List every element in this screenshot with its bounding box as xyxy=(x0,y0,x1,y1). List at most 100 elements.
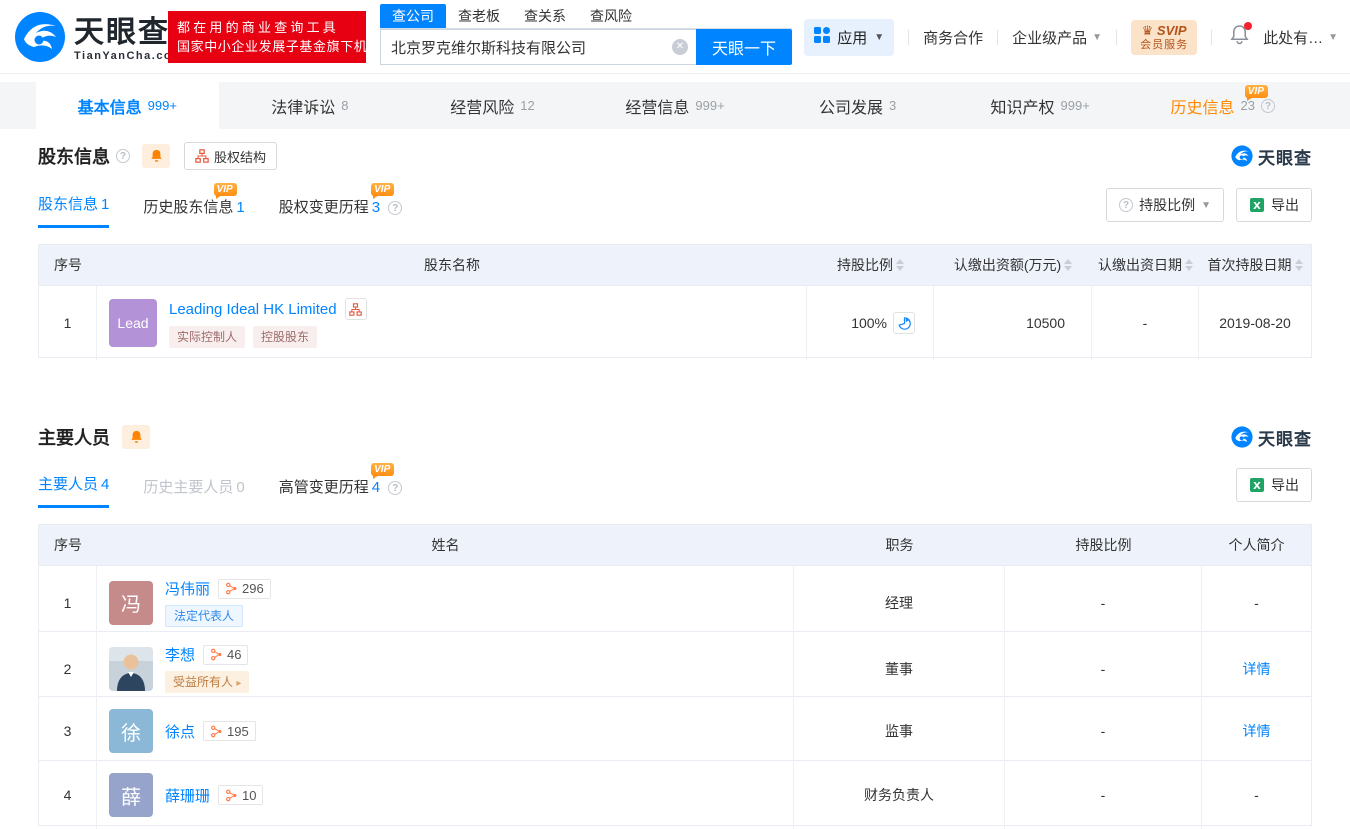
chevron-down-icon: ▼ xyxy=(1201,199,1211,211)
pie-chart-icon xyxy=(897,316,911,330)
person-name-link[interactable]: 冯伟丽 xyxy=(165,578,210,599)
subtab-executive-change-history[interactable]: VIP 高管变更历程 4 ? xyxy=(278,463,403,508)
ratio-value: - xyxy=(1005,697,1202,765)
person-name-link[interactable]: 薛珊珊 xyxy=(165,785,210,806)
sort-icon xyxy=(1064,259,1073,271)
tianyancha-logo[interactable]: 天眼查 TianYanCha.com xyxy=(14,11,183,68)
subscribe-bell-button[interactable] xyxy=(142,144,170,168)
col-subscribed-date[interactable]: 认缴出资日期 xyxy=(1092,245,1199,285)
personnel-row: 3 徐 徐点 195 监事 - 详情 xyxy=(39,696,1311,765)
relations-badge[interactable]: 10 xyxy=(218,785,264,805)
apps-menu-button[interactable]: 应用 ▼ xyxy=(804,19,895,56)
search-button[interactable]: 天眼一下 xyxy=(696,29,792,65)
business-cooperation-link[interactable]: 商务合作 xyxy=(923,27,983,48)
help-icon[interactable]: ? xyxy=(388,201,403,215)
shareholding-ratio-filter[interactable]: ? 持股比例 ▼ xyxy=(1106,188,1224,222)
tab-basic-info[interactable]: 基本信息 999+ xyxy=(36,82,219,129)
subtab-count: 4 xyxy=(371,479,381,496)
col-first-holding-date[interactable]: 首次持股日期 xyxy=(1199,245,1311,285)
tab-count: 999+ xyxy=(1060,98,1090,113)
tab-operating-risk[interactable]: 经营风险 12 xyxy=(401,82,584,129)
subtab-key-personnel[interactable]: 主要人员 4 xyxy=(38,473,110,508)
col-label: 认缴出资额(万元) xyxy=(953,257,1062,273)
personnel-table-header: 序号 姓名 职务 持股比例 个人简介 xyxy=(39,525,1311,565)
tag-beneficial-owner[interactable]: 受益所有人 ▸ xyxy=(165,671,250,693)
subtab-label: 历史股东信息 xyxy=(143,199,234,216)
divider xyxy=(1116,30,1118,45)
tab-label: 知识产权 xyxy=(990,99,1055,117)
search-tab-risk[interactable]: 查风险 xyxy=(578,4,644,28)
amount-value: 10500 xyxy=(934,286,1092,360)
svip-member-button[interactable]: ♛ SVIP 会员服务 xyxy=(1131,20,1198,55)
row-index: 1 xyxy=(39,566,97,639)
network-icon xyxy=(226,789,237,801)
search-tab-company[interactable]: 查公司 xyxy=(380,4,446,28)
pie-chart-button[interactable] xyxy=(893,312,915,334)
export-button[interactable]: X 导出 xyxy=(1236,468,1312,502)
notification-bell-button[interactable] xyxy=(1230,22,1253,50)
vip-badge: VIP xyxy=(371,183,395,199)
relations-badge[interactable]: 296 xyxy=(218,578,271,599)
tab-legal-proceedings[interactable]: 法律诉讼 8 xyxy=(219,82,402,129)
subscribe-bell-button[interactable] xyxy=(122,425,150,449)
position-value: 董事 xyxy=(794,632,1005,705)
promo-banner: 都在用的商业查询工具 国家中小企业发展子基金旗下机构 xyxy=(168,11,380,63)
tab-count: 8 xyxy=(341,98,349,113)
sort-icon xyxy=(1185,259,1193,271)
divider xyxy=(1211,30,1213,45)
shareholders-section-header: 股东信息 ? 股权结构 天眼查 xyxy=(38,142,1312,170)
help-icon[interactable]: ? xyxy=(116,149,130,163)
tianyancha-icon xyxy=(1231,426,1253,448)
tag-controlling-shareholder[interactable]: 控股股东 xyxy=(253,326,318,348)
tab-operating-info[interactable]: 经营信息 999+ xyxy=(584,82,767,129)
col-subscribed-amount[interactable]: 认缴出资额(万元) xyxy=(934,245,1092,285)
subtab-count: 1 xyxy=(101,196,110,213)
personnel-subtabs: 主要人员 4 历史主要人员 0 VIP 高管变更历程 4 ? X 导出 xyxy=(38,463,1312,508)
company-tabbar: 基本信息 999+ 法律诉讼 8 经营风险 12 经营信息 999+ 公司发展 … xyxy=(0,82,1350,129)
svip-label: SVIP xyxy=(1156,23,1187,38)
tag-legal-representative[interactable]: 法定代表人 xyxy=(165,605,244,627)
person-name-link[interactable]: 徐点 xyxy=(165,721,195,742)
tab-intellectual-property[interactable]: 知识产权 999+ xyxy=(949,82,1132,129)
ratio-value: - xyxy=(1005,632,1202,705)
subtab-label: 高管变更历程 xyxy=(278,479,369,496)
tag-actual-controller[interactable]: 实际控制人 xyxy=(169,326,246,348)
relations-badge[interactable]: 46 xyxy=(203,644,249,665)
tab-count: 999+ xyxy=(147,98,177,113)
subtab-history-personnel[interactable]: 历史主要人员 0 xyxy=(143,476,244,508)
subtab-count: 1 xyxy=(236,199,245,216)
personnel-row: 4 薛 薛珊珊 10 财务负责人 - - xyxy=(39,760,1311,829)
enterprise-products-link[interactable]: 企业级产品 ▼ xyxy=(1012,27,1102,48)
chevron-right-icon: ▸ xyxy=(236,678,242,689)
search-tab-relation[interactable]: 查关系 xyxy=(512,4,578,28)
more-menu[interactable]: 此处有… ▼ xyxy=(1263,27,1338,48)
help-icon[interactable]: ? xyxy=(388,481,403,495)
search-tab-boss[interactable]: 查老板 xyxy=(446,4,512,28)
subtab-count: 4 xyxy=(101,476,110,493)
tab-label: 基本信息 xyxy=(77,99,142,117)
clear-icon[interactable]: ✕ xyxy=(672,39,688,55)
profile-detail-link[interactable]: 详情 xyxy=(1202,697,1311,765)
personnel-row: 2 李想 46 受益所有人 ▸ 董事 - 详情 xyxy=(39,631,1311,705)
filter-label: 持股比例 xyxy=(1139,197,1196,213)
help-icon[interactable]: ? xyxy=(1261,98,1275,113)
profile-detail-link[interactable]: 详情 xyxy=(1202,632,1311,705)
excel-icon: X xyxy=(1250,198,1264,212)
equity-structure-mini-button[interactable] xyxy=(344,298,367,320)
equity-structure-button[interactable]: 股权结构 xyxy=(184,142,278,170)
tab-company-development[interactable]: 公司发展 3 xyxy=(766,82,949,129)
watermark-text: 天眼查 xyxy=(1258,429,1312,449)
export-button[interactable]: X 导出 xyxy=(1236,188,1312,222)
person-name-link[interactable]: 李想 xyxy=(165,644,195,665)
apps-grid-icon xyxy=(814,27,831,48)
watermark-logo: 天眼查 xyxy=(1231,144,1312,169)
tab-history-info[interactable]: VIP 历史信息 23 ? xyxy=(1131,82,1314,129)
relations-badge[interactable]: 195 xyxy=(203,721,256,741)
subtab-equity-change-history[interactable]: VIP 股权变更历程 3 ? xyxy=(279,183,403,228)
subtab-history-shareholders[interactable]: VIP 历史股东信息 1 xyxy=(143,183,245,228)
shareholder-name-link[interactable]: Leading Ideal HK Limited xyxy=(169,301,337,318)
col-ratio[interactable]: 持股比例 xyxy=(807,245,934,285)
search-input[interactable] xyxy=(380,29,696,65)
subtab-shareholders[interactable]: 股东信息 1 xyxy=(38,193,110,228)
tab-label: 公司发展 xyxy=(818,99,883,117)
